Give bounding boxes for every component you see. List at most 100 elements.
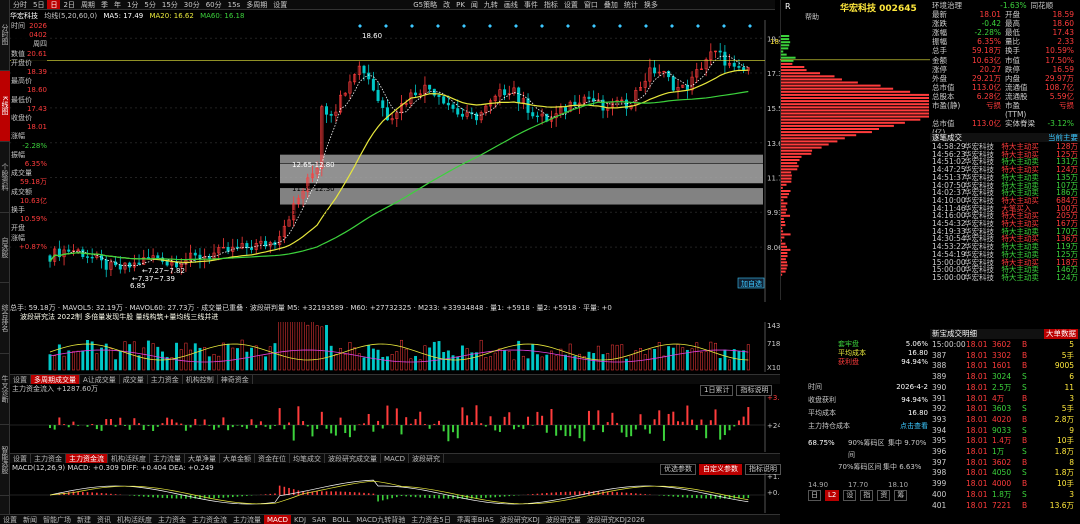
bottom-tab[interactable]: 主力流量: [230, 515, 264, 524]
chip-tab[interactable]: 资: [877, 490, 891, 502]
indicator-tab[interactable]: 机构活跃度: [108, 454, 150, 463]
indicator-tab[interactable]: 机构控制: [183, 375, 218, 384]
indicator-tab[interactable]: 主力资金: [31, 454, 66, 463]
toolbar-item-14[interactable]: 叠加: [601, 0, 621, 9]
period-14[interactable]: 设置: [270, 0, 290, 9]
toolbar-item-15[interactable]: 统计: [621, 0, 641, 9]
period-9[interactable]: 15分: [159, 0, 181, 9]
chip-bar: [781, 62, 793, 65]
toolbar-item-1[interactable]: 改: [440, 0, 453, 9]
left-tab-6[interactable]: 智能选股: [0, 425, 10, 496]
left-tab-5[interactable]: 牛叉诊断: [0, 354, 10, 426]
left-tab-0[interactable]: 分时图: [0, 0, 10, 71]
period-1[interactable]: 5日: [30, 0, 47, 9]
indicator-tab[interactable]: 多周期成交量: [31, 375, 80, 384]
kline-chart[interactable]: 19.2517.3915.5213.6511.799.938.0618.606.…: [10, 20, 780, 302]
indicator-tab[interactable]: 大单净量: [185, 454, 220, 463]
add-watchlist-button[interactable]: 加自选: [737, 277, 765, 289]
bottom-tab[interactable]: MACD九转背驰: [353, 515, 408, 524]
bottom-tab[interactable]: BOLL: [329, 515, 353, 524]
bottom-tab[interactable]: 机构活跃度: [114, 515, 155, 524]
volume-chart[interactable]: 1435 718 X1000: [10, 322, 780, 372]
bottom-tab[interactable]: 主力资金: [155, 515, 189, 524]
left-tab-3[interactable]: 自选股: [0, 213, 10, 284]
tick-header-cell[interactable]: 新宝成交明细: [932, 329, 977, 339]
toolbar-item-5[interactable]: 画线: [501, 0, 521, 9]
chip-tab[interactable]: 指: [860, 490, 874, 502]
left-tab-2[interactable]: 个股资料: [0, 142, 10, 213]
toolbar-item-2[interactable]: PK: [453, 0, 468, 9]
chip-tab[interactable]: L2: [825, 490, 840, 502]
trade-cell: 124万: [1056, 272, 1078, 282]
tick-header-cell[interactable]: 大单数据: [1044, 329, 1078, 339]
fund-flow-chart[interactable]: +3.29亿 +2469.77: [10, 395, 780, 452]
indicator-tab[interactable]: 主力流量: [150, 454, 185, 463]
gap-zone: [280, 164, 763, 184]
indicator-tab[interactable]: 均笔成交: [290, 454, 325, 463]
bottom-tab[interactable]: 智能广场: [40, 515, 74, 524]
macd-chart[interactable]: +1.67 +0.461: [10, 473, 780, 513]
bottom-tab[interactable]: 波段研究KDJ2026: [584, 515, 648, 524]
period-8[interactable]: 5分: [141, 0, 158, 9]
indicator-tab[interactable]: 主力资金: [148, 375, 183, 384]
period-10[interactable]: 30分: [181, 0, 203, 9]
ma-indicator-name[interactable]: 均线(5,20,60,0): [44, 12, 97, 20]
toolbar-item-3[interactable]: 闻: [468, 0, 481, 9]
left-tab-4[interactable]: 综合排名: [0, 283, 10, 355]
bottom-tab[interactable]: 新闻: [20, 515, 40, 524]
indicator-tab[interactable]: A让成交量: [80, 375, 120, 384]
left-tab-1[interactable]: K线图: [0, 70, 10, 142]
bottom-tab[interactable]: 波段研究量: [543, 515, 584, 524]
help-label[interactable]: 帮助: [805, 12, 819, 22]
indicator-tab[interactable]: 神奇资金: [218, 375, 253, 384]
period-5[interactable]: 季: [98, 0, 111, 9]
period-13[interactable]: 多周期: [243, 0, 270, 9]
period-0[interactable]: 分时: [10, 0, 30, 9]
chip-stat-value[interactable]: 点击查看: [868, 420, 928, 433]
toolbar-item-22[interactable]: 换多: [641, 0, 661, 9]
bottom-tab[interactable]: 主力资金流: [189, 515, 230, 524]
indicator-tab[interactable]: 成交量: [120, 375, 148, 384]
toolbar-item-13[interactable]: 窗口: [581, 0, 601, 9]
indicator-tab[interactable]: MACD: [381, 454, 409, 463]
bottom-tab[interactable]: 资讯: [94, 515, 114, 524]
period-2[interactable]: 日: [47, 0, 61, 9]
trades-header-cell[interactable]: 当前主要: [1048, 133, 1078, 142]
indicator-tab[interactable]: 设置: [10, 375, 31, 384]
bottom-tab[interactable]: 乖离率BIAS: [454, 515, 497, 524]
period-6[interactable]: 年: [111, 0, 124, 9]
bottom-tab[interactable]: 波段研究KDJ: [497, 515, 543, 524]
toolbar-item-12[interactable]: 设置: [561, 0, 581, 9]
chip-tab[interactable]: 日: [808, 490, 821, 502]
volume-bar: [676, 344, 680, 371]
period-11[interactable]: 60分: [203, 0, 225, 9]
indicator-tab[interactable]: 设置: [10, 454, 31, 463]
indicator-tab[interactable]: 大单金额: [220, 454, 255, 463]
toolbar-item-4[interactable]: 九转: [481, 0, 501, 9]
chip-tab[interactable]: 筹: [894, 490, 908, 502]
toolbar-item-0[interactable]: G5策略: [410, 0, 440, 9]
toolbar-item-11[interactable]: 指标: [541, 0, 561, 9]
chip-bar: [781, 174, 792, 177]
info-value: -2.28%: [22, 141, 47, 150]
bottom-tab[interactable]: 新建: [74, 515, 94, 524]
toolbar-item-6[interactable]: 事件: [521, 0, 541, 9]
indicator-tab[interactable]: 波段研究: [409, 454, 444, 463]
signal-marker: [566, 24, 570, 28]
indicator-tab[interactable]: 波段研究成交量: [325, 454, 381, 463]
bottom-tab[interactable]: 主力资金5日: [408, 515, 453, 524]
bottom-tab[interactable]: SAR: [309, 515, 329, 524]
period-4[interactable]: 周期: [78, 0, 98, 9]
macd-bar: [96, 492, 98, 495]
indicator-tab[interactable]: 资金在位: [255, 454, 290, 463]
period-3[interactable]: 2日: [60, 0, 77, 9]
volume-bar: [245, 351, 249, 371]
bottom-tab[interactable]: KDJ: [291, 515, 309, 524]
chip-tab[interactable]: 设: [843, 490, 857, 502]
bottom-tab[interactable]: 设置: [0, 515, 20, 524]
trade-row[interactable]: 15:00:00 华宏科技 特大主动卖 124万: [930, 274, 1080, 282]
period-12[interactable]: 15s: [225, 0, 244, 9]
indicator-tab[interactable]: 主力资金流: [66, 454, 108, 463]
period-7[interactable]: 1分: [124, 0, 141, 9]
bottom-tab[interactable]: MACD: [264, 515, 291, 524]
